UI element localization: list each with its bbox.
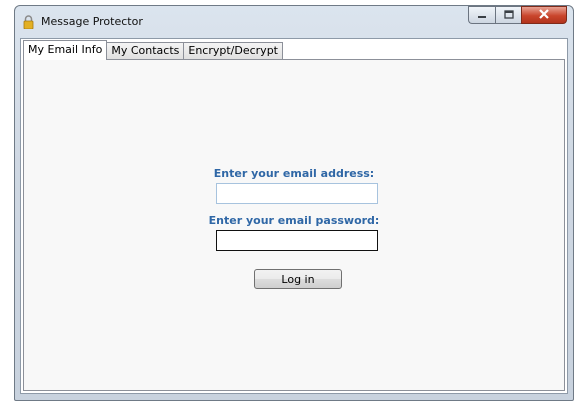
maximize-icon xyxy=(503,8,514,22)
minimize-button[interactable] xyxy=(468,6,495,24)
title-bar[interactable]: Message Protector xyxy=(15,6,573,36)
window-title: Message Protector xyxy=(41,15,143,28)
email-input[interactable] xyxy=(216,183,378,204)
close-button[interactable] xyxy=(521,6,567,24)
tab-strip: My Email Info My Contacts Encrypt/Decryp… xyxy=(23,40,283,60)
tab-my-email-info[interactable]: My Email Info xyxy=(23,40,108,60)
tab-my-contacts[interactable]: My Contacts xyxy=(106,42,185,60)
app-window: Message Protector My Email Info My Conta… xyxy=(14,5,574,401)
minimize-icon xyxy=(477,8,487,22)
maximize-button[interactable] xyxy=(495,6,521,24)
tab-encrypt-decrypt[interactable]: Encrypt/Decrypt xyxy=(183,42,283,60)
password-input[interactable] xyxy=(216,230,378,251)
email-info-panel: Enter your email address: Enter your ema… xyxy=(23,59,565,391)
login-button[interactable]: Log in xyxy=(254,269,342,289)
client-area: My Email Info My Contacts Encrypt/Decryp… xyxy=(20,38,568,394)
password-label: Enter your email password: xyxy=(208,214,380,227)
email-label: Enter your email address: xyxy=(213,167,375,180)
window-controls xyxy=(468,6,567,26)
lock-icon xyxy=(23,15,34,30)
close-icon xyxy=(538,8,550,22)
